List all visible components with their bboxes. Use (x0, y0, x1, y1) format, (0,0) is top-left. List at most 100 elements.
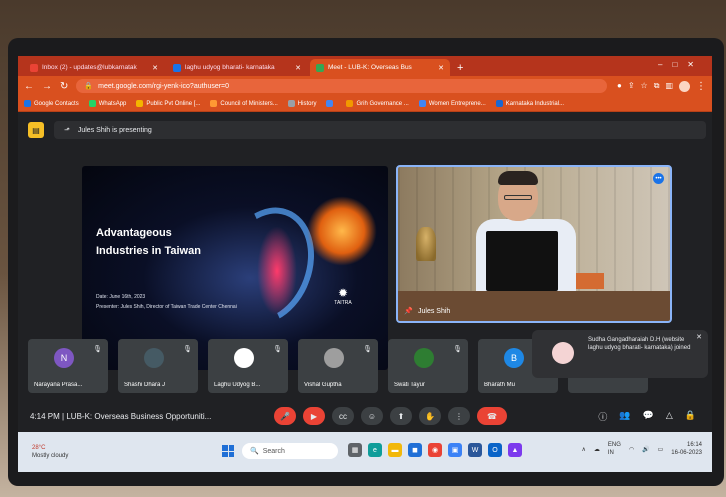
cloud-icon[interactable]: ☁ (594, 446, 600, 453)
photos-icon[interactable]: ▣ (448, 443, 462, 457)
bookmark-blank[interactable] (326, 100, 336, 107)
captions-button[interactable]: cc (332, 407, 354, 425)
site-icon (173, 63, 181, 72)
taskbar-search[interactable]: 🔍 Search (242, 443, 338, 459)
app-icon[interactable]: ▲ (508, 443, 522, 457)
participant-tile[interactable]: 🎙 Vishal Guptha (298, 339, 378, 393)
camera-toggle-button[interactable]: ▶ (303, 407, 325, 425)
share-icon[interactable]: ⇪ (628, 81, 635, 91)
bookmark-label: Public Pvt Online [... (146, 100, 201, 107)
avatar (144, 348, 164, 368)
mic-off-icon: 🎙 (183, 346, 192, 353)
bookmark-council[interactable]: Council of Ministers... (210, 100, 278, 107)
widgets-icon[interactable]: ▦ (348, 443, 362, 457)
tab-laghu-udyog[interactable]: laghu udyog bharati- karnataka ✕ (167, 59, 307, 76)
lock-icon: 🔒 (84, 83, 94, 90)
bookmark-whatsapp[interactable]: WhatsApp (88, 100, 127, 107)
store-icon[interactable]: ◼ (408, 443, 422, 457)
language-region: IN (607, 450, 614, 456)
windows-start-icon[interactable] (222, 445, 234, 457)
avatar: B (504, 348, 524, 368)
explorer-icon[interactable]: ▬ (388, 443, 402, 457)
wifi-icon[interactable]: ◠ (629, 446, 634, 453)
edge-icon[interactable]: e (368, 443, 382, 457)
reload-icon[interactable]: ↻ (60, 81, 68, 92)
tab-title: laghu udyog bharati- karnataka (185, 64, 275, 71)
clock[interactable]: 16:14 16-06-2023 (671, 441, 702, 457)
activities-icon[interactable]: △ (666, 410, 673, 423)
sidepanel-icon[interactable]: ▥ (665, 81, 673, 91)
language-indicator[interactable]: ENG IN (608, 441, 621, 457)
new-tab-button[interactable]: + (457, 62, 463, 74)
participant-tile[interactable]: 🎙 Laghu Udyog B... (208, 339, 288, 393)
profile-avatar[interactable] (679, 80, 690, 92)
globe-icon (418, 100, 426, 107)
bookmark-grih[interactable]: Grih Governance ... (346, 100, 409, 107)
avatar (414, 348, 434, 368)
hand-icon: ✋ (425, 411, 435, 421)
url-input[interactable]: 🔒 meet.google.com/rgi-yenk-ico?authuser=… (76, 79, 607, 93)
extension-icons: ● ⇪ ☆ ⧉ ▥ (617, 81, 673, 91)
leave-call-button[interactable]: ☎ (477, 407, 507, 425)
presenter-hair (498, 171, 538, 185)
emoji-button[interactable]: ☺ (361, 407, 383, 425)
bookmark-history[interactable]: History (287, 100, 316, 107)
forward-icon[interactable]: → (42, 81, 52, 92)
camera-indicator-icon[interactable]: ● (617, 81, 622, 91)
present-button[interactable]: ⬆ (390, 407, 412, 425)
bookmark-women[interactable]: Women Entreprene... (418, 100, 486, 107)
star-icon[interactable]: ☆ (641, 81, 648, 91)
contacts-icon (24, 100, 31, 107)
glasses (504, 195, 532, 200)
close-icon[interactable]: ✕ (152, 64, 158, 72)
participant-tile[interactable]: 🎙 Shashi Dhara J (118, 339, 198, 393)
outlook-icon[interactable]: O (488, 443, 502, 457)
presenting-text: Jules Shih is presenting (77, 126, 152, 134)
weather-widget[interactable]: 28°C Mostly cloudy (32, 444, 68, 460)
bookmark-public-pvt[interactable]: Public Pvt Online [... (136, 100, 200, 107)
presenter-video-tile[interactable]: 📌 Jules Shih ••• (396, 165, 672, 323)
back-icon[interactable]: ← (24, 81, 34, 92)
bookmarks-bar: Google Contacts WhatsApp Public Pvt Onli… (18, 96, 712, 112)
people-icon[interactable]: 👥 (619, 410, 630, 423)
raise-hand-button[interactable]: ✋ (419, 407, 441, 425)
gmail-icon (30, 63, 38, 72)
mic-off-icon: 🎙 (453, 346, 462, 353)
close-icon[interactable]: ✕ (295, 64, 301, 72)
close-icon[interactable]: ✕ (696, 334, 702, 342)
menu-icon[interactable]: ⋮ (696, 81, 706, 92)
bookmark-label: Grih Governance ... (356, 100, 409, 107)
laptop-screen: Inbox (2) - updates@lubkarnatak ✕ laghu … (18, 56, 712, 472)
desk (398, 291, 670, 321)
host-controls-icon[interactable]: 🔒 (685, 410, 696, 423)
pin-icon[interactable]: 📌 (404, 307, 413, 315)
folder-icon (136, 100, 144, 107)
word-icon[interactable]: W (468, 443, 482, 457)
participant-tile[interactable]: N 🎙 Narayana Prasa... (28, 339, 108, 393)
history-icon (287, 100, 295, 107)
bookmark-label: WhatsApp (98, 100, 127, 107)
close-icon[interactable]: ✕ (438, 64, 444, 72)
window-controls[interactable]: –□✕ (658, 60, 704, 69)
battery-icon[interactable]: ▭ (658, 446, 664, 453)
volume-icon[interactable]: 🔊 (642, 446, 649, 453)
meeting-details-icon[interactable]: ▤ (28, 122, 44, 138)
present-icon: ⬏ (64, 127, 70, 134)
bookmark-karnataka[interactable]: Karnataka Industrial... (495, 100, 564, 107)
chrome-icon[interactable]: ◉ (428, 443, 442, 457)
tab-meet[interactable]: Meet - LUB-K: Overseas Bus ✕ (310, 59, 450, 76)
site-icon (495, 100, 503, 107)
chevron-up-icon[interactable]: ∧ (581, 446, 585, 453)
mic-off-icon: 🎙 (273, 346, 282, 353)
participant-tile[interactable]: 🎙 Swati Tayur (388, 339, 468, 393)
chat-icon[interactable]: 💬 (643, 410, 654, 423)
tab-gmail[interactable]: Inbox (2) - updates@lubkarnatak ✕ (24, 59, 164, 76)
more-options-button[interactable]: ⋮ (448, 407, 470, 425)
bookmark-google-contacts[interactable]: Google Contacts (24, 100, 79, 107)
taitra-logo: ✹ TAITRA (328, 286, 358, 306)
mic-off-icon: 🎙 (93, 346, 102, 353)
mic-toggle-button[interactable]: 🎤 (274, 407, 296, 425)
camera-off-icon: ▶ (310, 411, 318, 421)
info-icon[interactable]: ⓘ (598, 410, 607, 423)
extensions-icon[interactable]: ⧉ (654, 81, 660, 91)
